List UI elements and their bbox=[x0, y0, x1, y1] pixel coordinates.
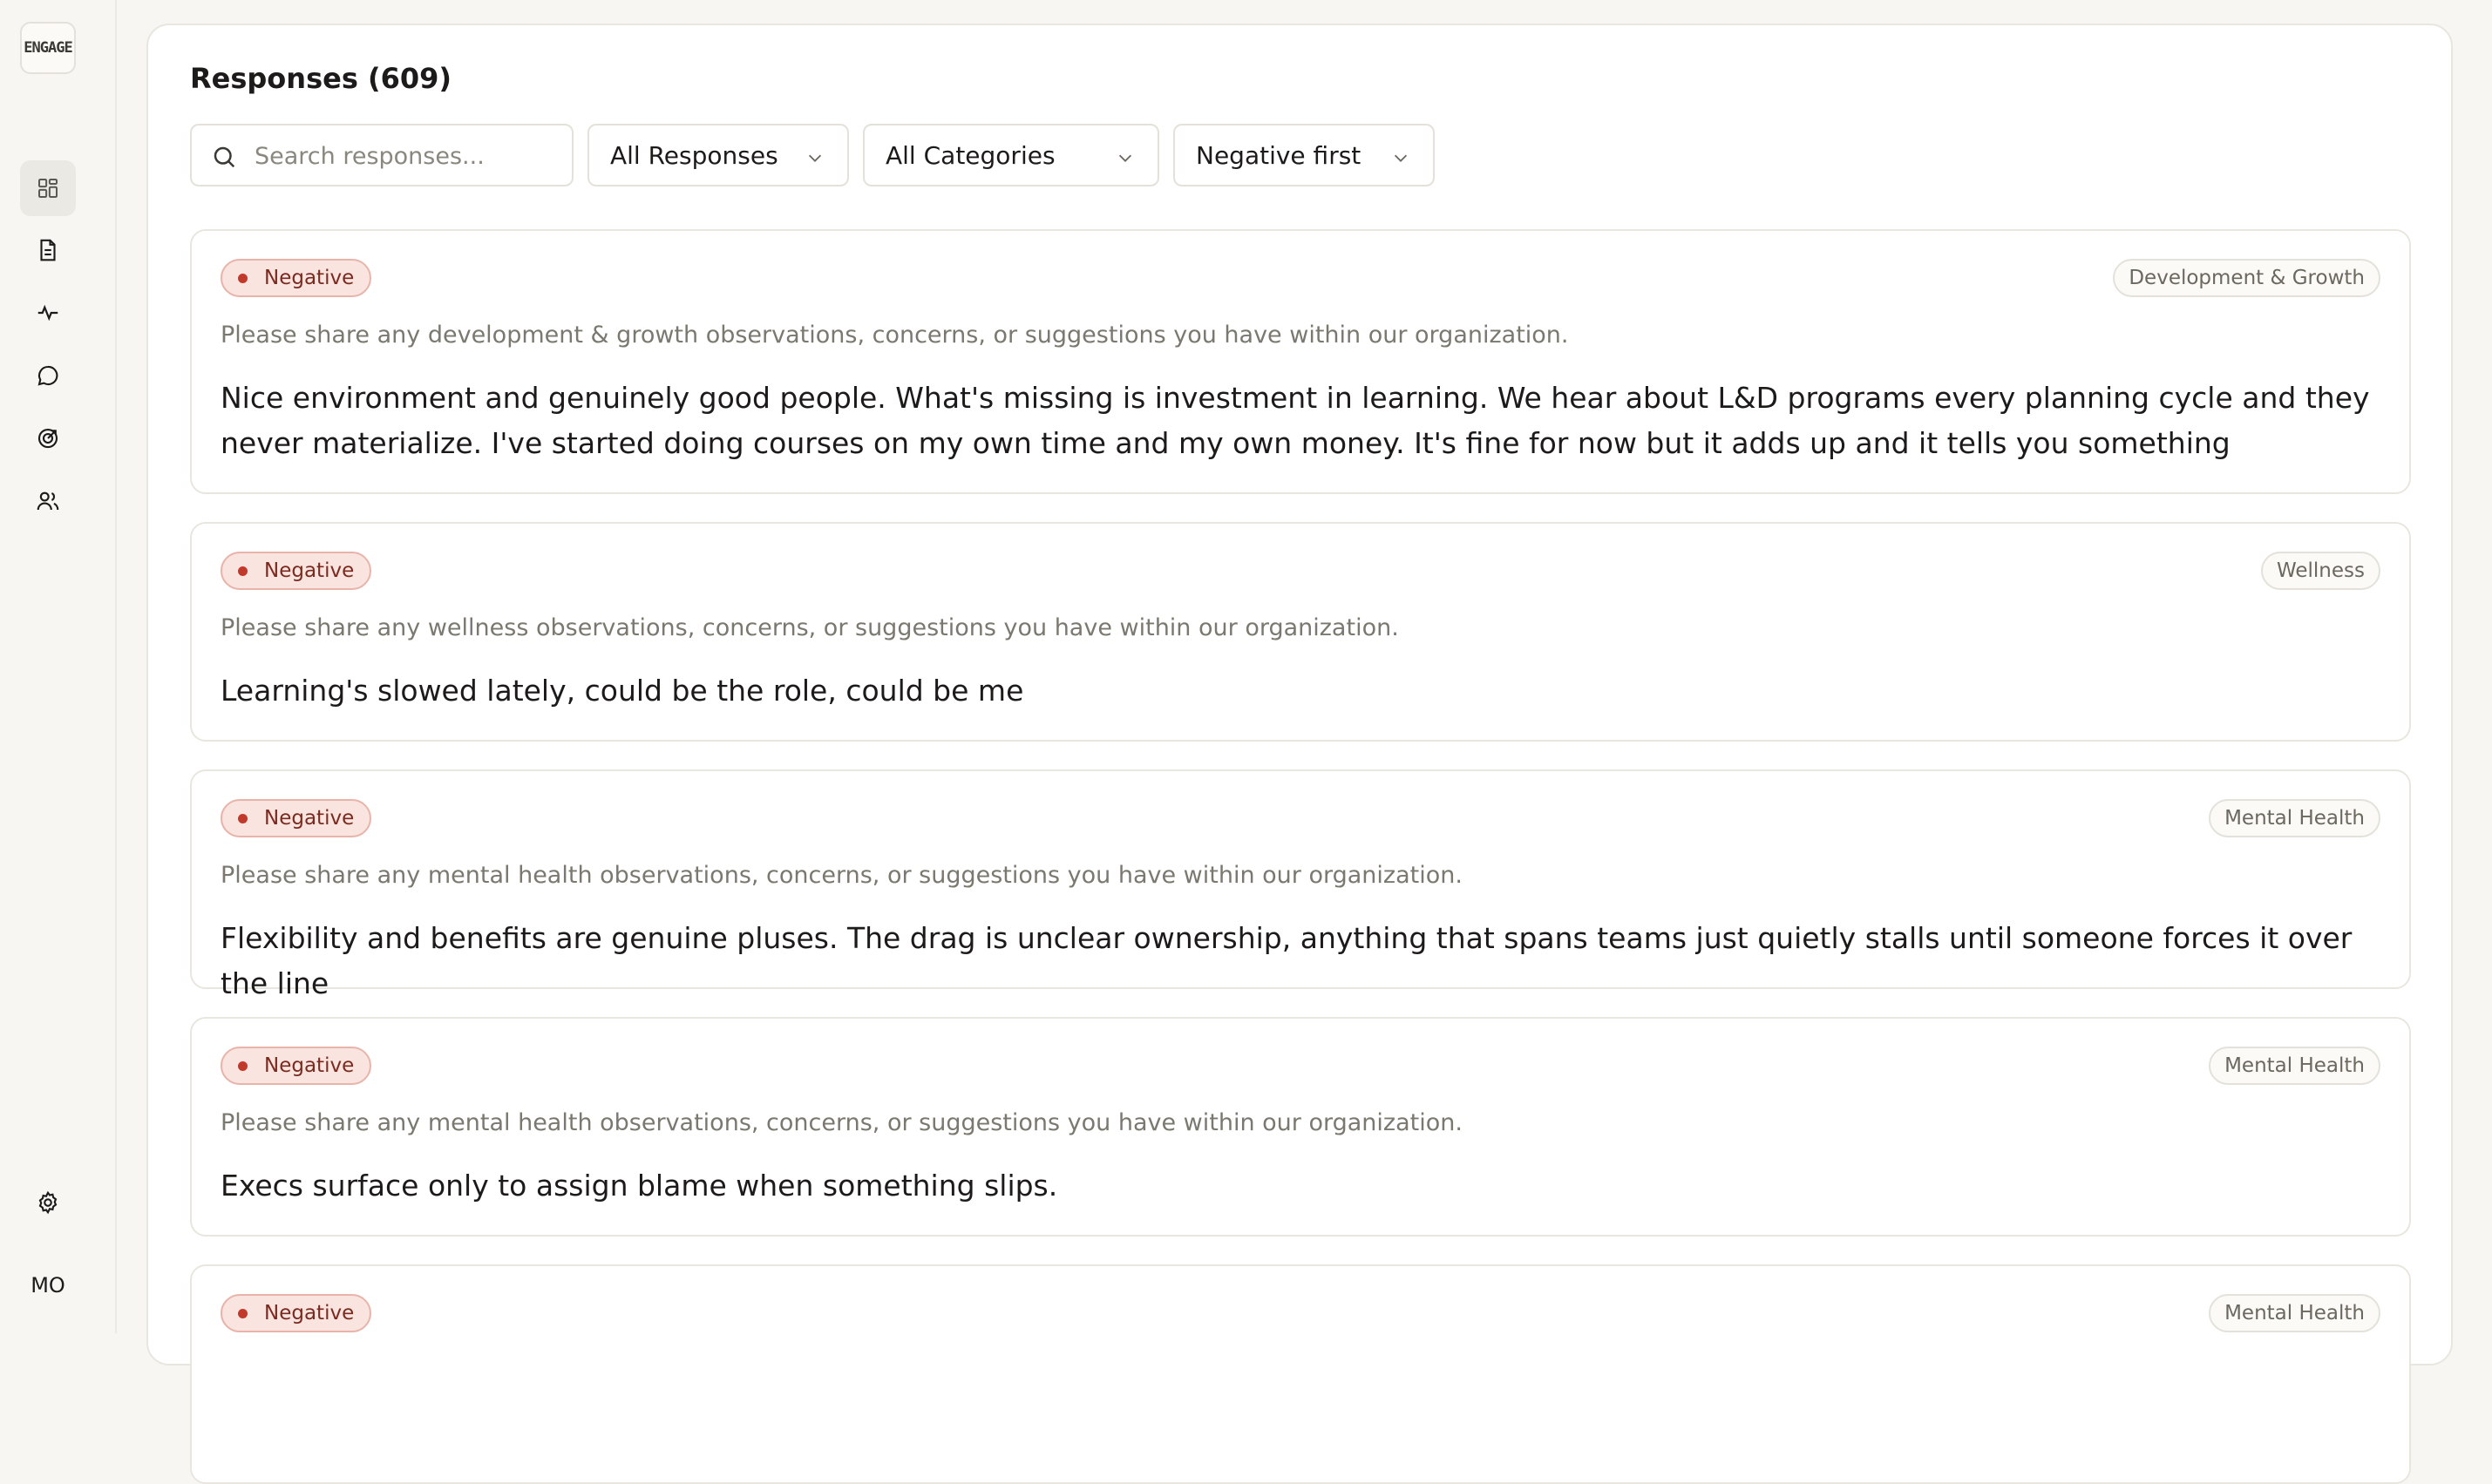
sentiment-dot bbox=[238, 1309, 248, 1318]
sentiment-dot bbox=[238, 566, 248, 576]
nav-chat[interactable] bbox=[20, 348, 76, 403]
nav-dashboard[interactable] bbox=[20, 160, 76, 216]
question-text: Please share any mental health observati… bbox=[221, 1109, 1463, 1136]
app-logo[interactable]: ENGAGE bbox=[20, 22, 76, 74]
nav-people[interactable] bbox=[20, 473, 76, 529]
chevron-down-icon bbox=[1118, 154, 1132, 162]
nav-pulse[interactable] bbox=[20, 285, 76, 341]
category-filter-select[interactable]: All Categories bbox=[863, 124, 1159, 186]
people-icon bbox=[37, 491, 59, 511]
sentiment-dot bbox=[238, 1061, 248, 1071]
sentiment-label: Negative bbox=[264, 807, 355, 830]
sentiment-badge: Negative bbox=[221, 259, 372, 297]
answer-text: Flexibility and benefits are genuine plu… bbox=[221, 921, 2353, 1000]
question-text: Please share any mental health observati… bbox=[221, 862, 1463, 889]
category-tag: Mental Health bbox=[2209, 1294, 2380, 1332]
response-card[interactable]: Negative Mental Health bbox=[190, 1264, 2411, 1484]
sentiment-badge: Negative bbox=[221, 1047, 372, 1085]
pulse-icon bbox=[37, 304, 58, 322]
answer-text: Learning's slowed lately, could be the r… bbox=[221, 674, 1024, 708]
chevron-down-icon bbox=[808, 154, 822, 162]
sentiment-badge: Negative bbox=[221, 799, 372, 837]
category-tag: Wellness bbox=[2260, 552, 2380, 590]
category-tag: Mental Health bbox=[2209, 799, 2380, 837]
sentiment-label: Negative bbox=[264, 559, 355, 582]
sentiment-badge: Negative bbox=[221, 1294, 372, 1332]
category-filter-value: All Categories bbox=[886, 140, 1056, 170]
sort-value: Negative first bbox=[1196, 140, 1361, 170]
sentiment-dot bbox=[238, 814, 248, 823]
category-tag: Mental Health bbox=[2209, 1047, 2380, 1085]
response-filter-select[interactable]: All Responses bbox=[587, 124, 849, 186]
nav-documents[interactable] bbox=[20, 222, 76, 278]
sentiment-label: Negative bbox=[264, 267, 355, 289]
question-text: Please share any wellness observations, … bbox=[221, 614, 1399, 641]
chat-icon bbox=[37, 365, 58, 386]
response-card[interactable]: Negative Mental Health Please share any … bbox=[190, 1017, 2411, 1237]
sort-select[interactable]: Negative first bbox=[1173, 124, 1435, 186]
nav-goals[interactable] bbox=[20, 410, 76, 466]
sentiment-label: Negative bbox=[264, 1302, 355, 1325]
gear-icon bbox=[38, 1190, 58, 1215]
search-icon bbox=[214, 146, 235, 168]
response-card[interactable]: Negative Development & Growth Please sha… bbox=[190, 229, 2411, 494]
chevron-down-icon bbox=[1394, 154, 1408, 162]
dashboard-icon bbox=[38, 179, 58, 198]
sentiment-badge: Negative bbox=[221, 552, 372, 590]
category-tag: Development & Growth bbox=[2113, 259, 2380, 297]
answer-text: Execs surface only to assign blame when … bbox=[221, 1169, 1058, 1203]
target-icon bbox=[37, 428, 58, 449]
response-card[interactable]: Negative Mental Health Please share any … bbox=[190, 769, 2411, 1000]
document-icon bbox=[40, 239, 56, 261]
nav-settings[interactable] bbox=[20, 1175, 76, 1230]
search-input[interactable] bbox=[255, 138, 560, 174]
sentiment-dot bbox=[238, 274, 248, 283]
response-card[interactable]: Negative Wellness Please share any welln… bbox=[190, 522, 2411, 742]
page-title: Responses (609) bbox=[190, 62, 452, 95]
response-filter-value: All Responses bbox=[610, 140, 778, 170]
main-panel: Responses (609) All Responses All Catego… bbox=[146, 24, 2453, 1484]
sentiment-label: Negative bbox=[264, 1054, 355, 1077]
search-box bbox=[190, 124, 574, 186]
question-text: Please share any development & growth ob… bbox=[221, 322, 1569, 349]
user-avatar[interactable]: MO bbox=[20, 1267, 76, 1304]
sidebar: ENGAGE MO bbox=[0, 0, 117, 1333]
answer-text: Nice environment and genuinely good peop… bbox=[221, 381, 2370, 460]
